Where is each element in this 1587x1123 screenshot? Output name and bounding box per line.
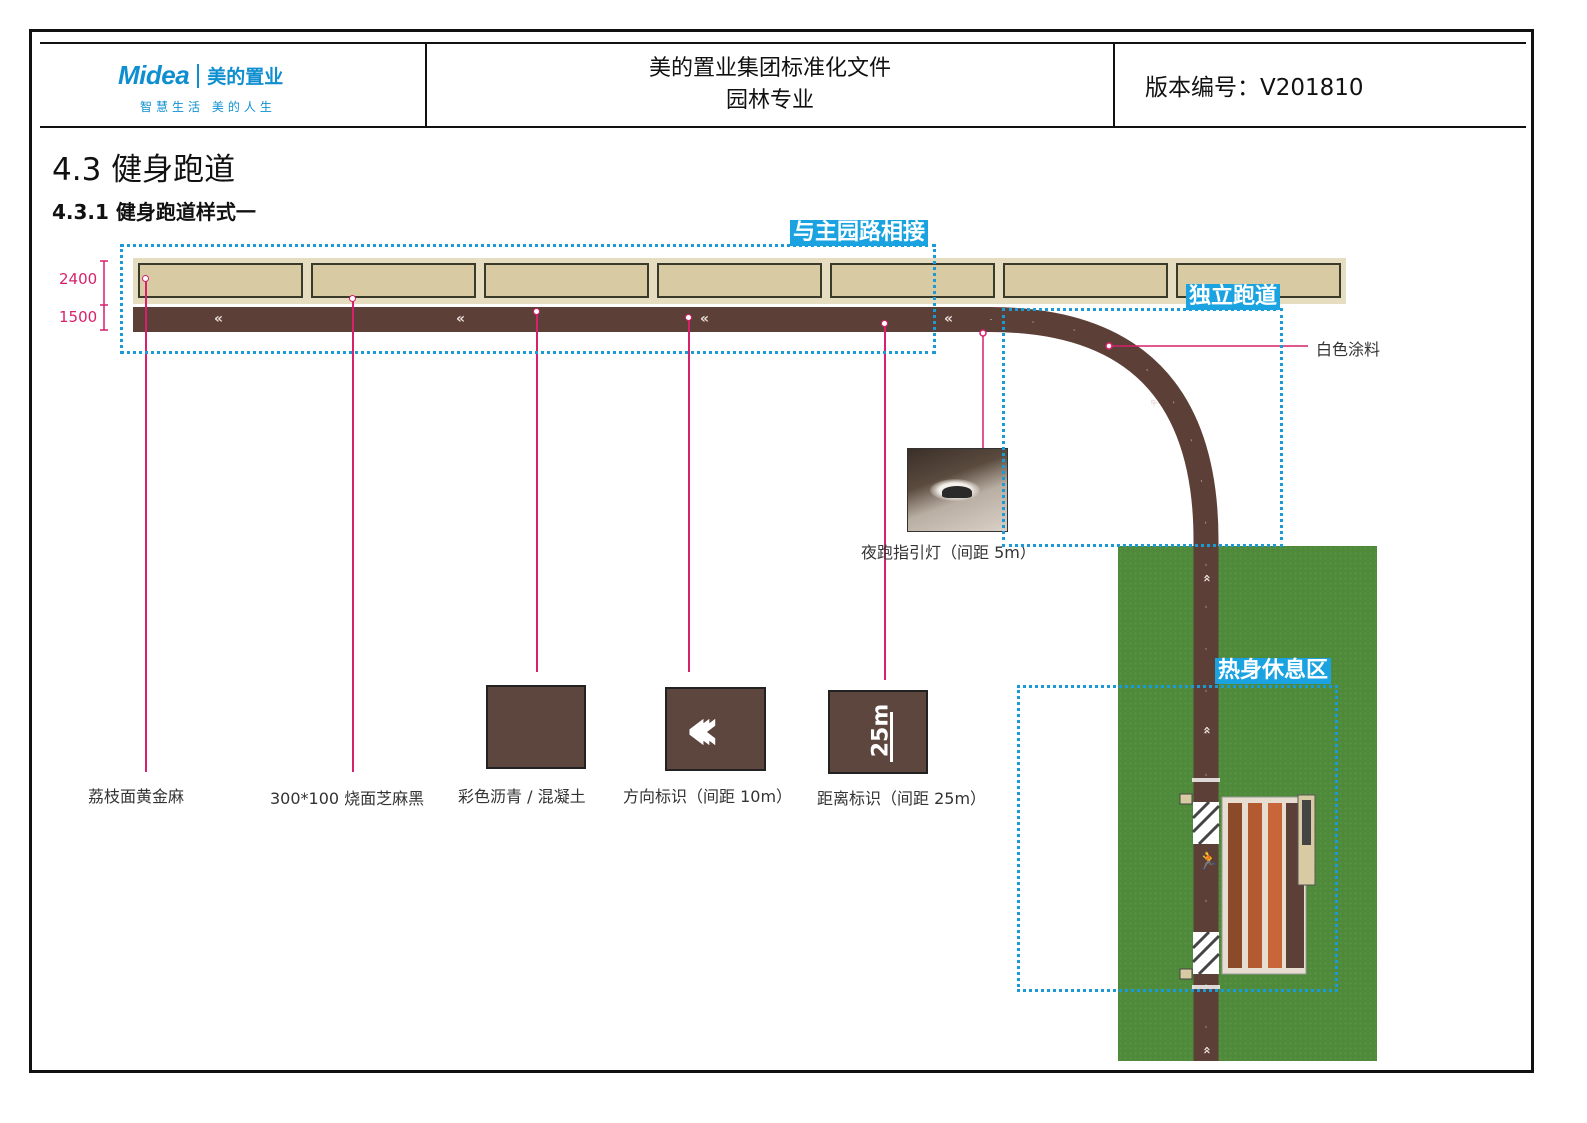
lamp-body [942,486,972,498]
callout-direction-mark: 方向标识（间距 10m） [623,787,793,806]
callout-distance-mark: 距离标识（间距 25m） [817,789,987,808]
zone-independent-track [1002,308,1283,547]
chevron-icon: « [1199,1046,1214,1054]
zone-label-main-road: 与主园路相接 [790,220,929,246]
leader-line [536,312,538,672]
leader-dot [979,329,987,337]
direction-mark-swatch: ‹‹‹ [665,687,766,771]
leader-line [884,324,886,680]
zone-main-road [120,244,936,354]
callout-asphalt: 彩色沥青 / 混凝土 [458,787,586,806]
leader-line [352,299,354,772]
asphalt-swatch [486,685,586,769]
callout-granite-yellow: 荔枝面黄金麻 [88,787,185,806]
callout-white-paint: 白色涂料 [1316,340,1381,359]
chevron-icon: « [1199,574,1214,582]
dimension-1500: 1500 [59,308,98,326]
track-plan-svg: « « « « 🏃 [100,260,1316,1061]
chevron-left-icon: ‹‹‹ [685,695,720,763]
distance-mark-line [890,712,893,762]
zone-label-independent: 独立跑道 [1186,284,1281,310]
zone-warmup [1017,685,1338,992]
night-lamp-photo [907,448,1008,532]
leader-line [688,318,690,672]
dimension-2400: 2400 [59,270,98,288]
zone-label-warmup: 热身休息区 [1215,658,1332,684]
distance-mark-swatch: 25m [828,690,928,774]
callout-granite-black: 300*100 烧面芝麻黑 [270,789,425,808]
